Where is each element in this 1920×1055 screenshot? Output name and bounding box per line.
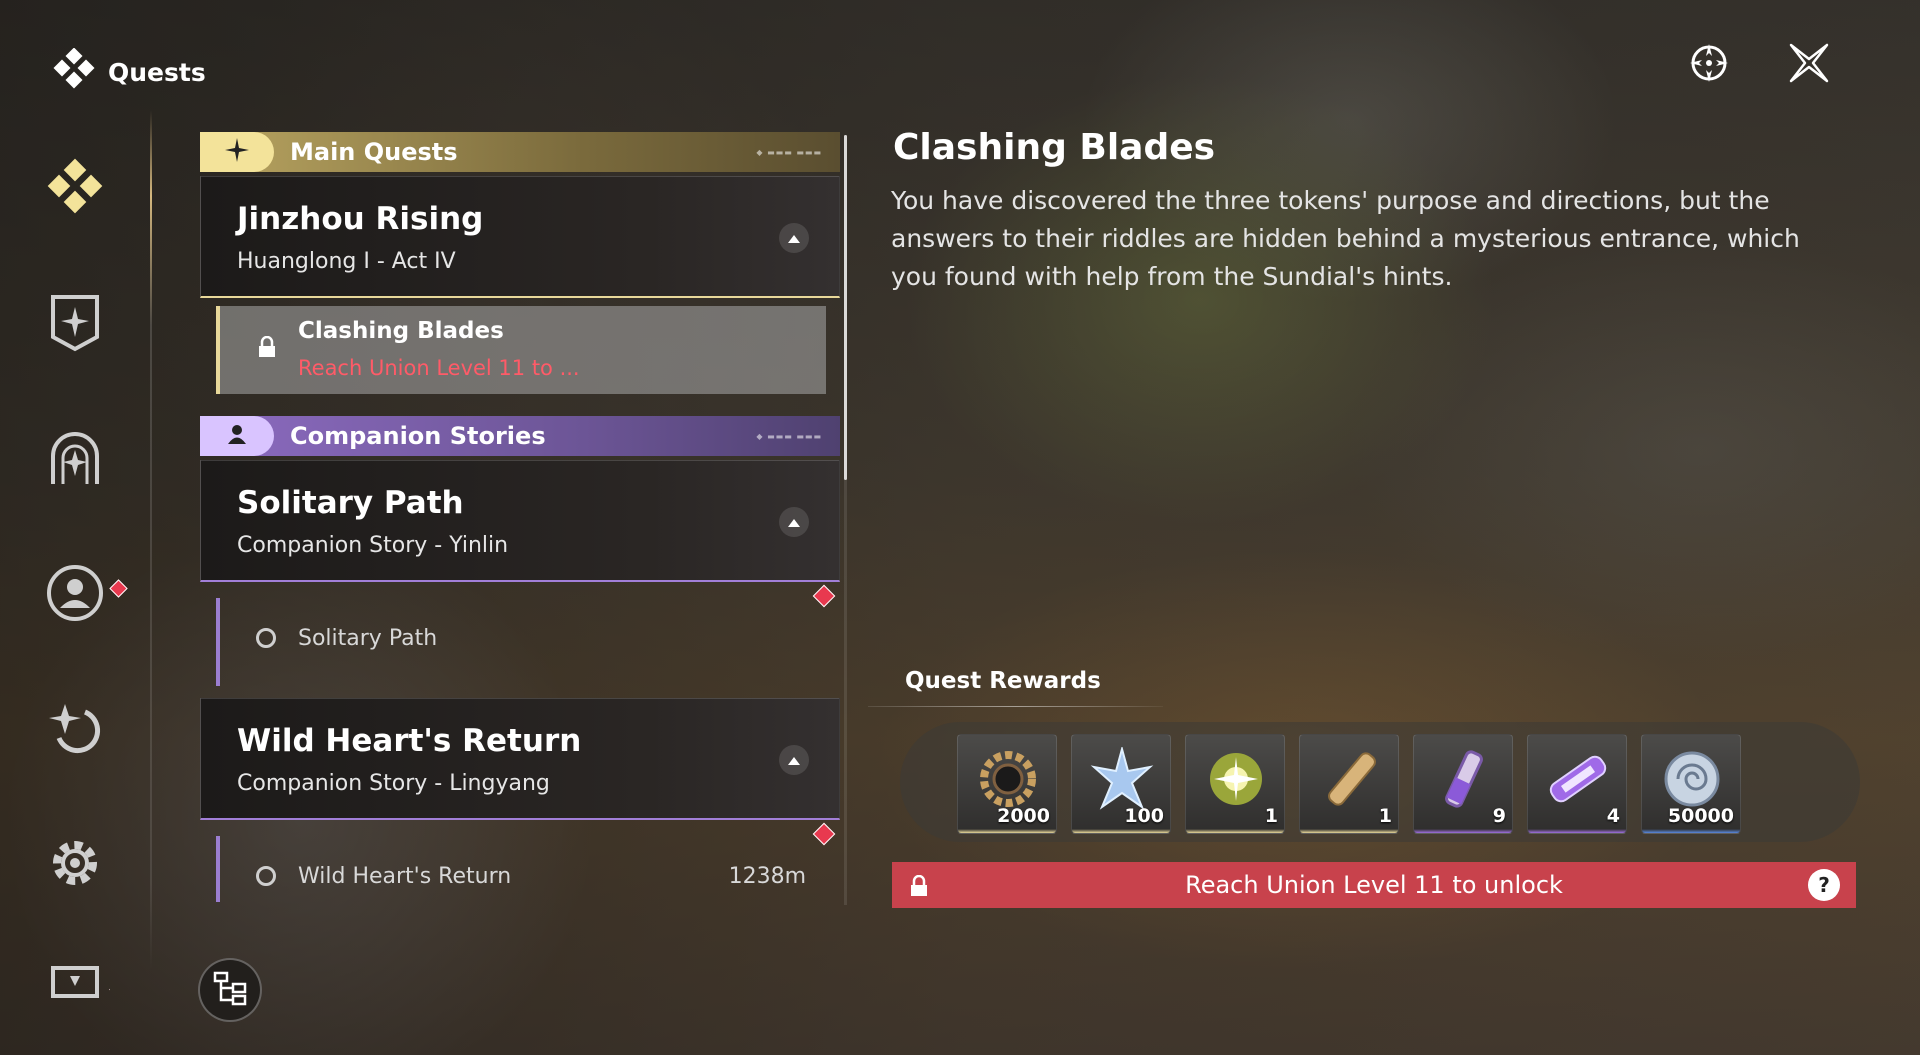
reward-item-1[interactable]: 2000 bbox=[957, 734, 1057, 834]
rewards-label: Quest Rewards bbox=[905, 668, 1101, 694]
quest-card-jinzhou-rising[interactable]: Jinzhou Rising Huanglong I - Act IV bbox=[200, 176, 840, 298]
category-pill bbox=[200, 416, 274, 456]
rarity-bar bbox=[1528, 829, 1626, 833]
quest-card-wild-hearts-return[interactable]: Wild Heart's Return Companion Story - Li… bbox=[200, 698, 840, 820]
quest-subtitle: Companion Story - Yinlin bbox=[237, 533, 509, 558]
chevron-up-icon bbox=[787, 229, 801, 248]
reward-item-6[interactable]: 4 bbox=[1527, 734, 1627, 834]
collapse-toggle[interactable] bbox=[779, 507, 809, 537]
step-status-circle bbox=[256, 866, 276, 886]
reward-quantity: 4 bbox=[1606, 805, 1620, 827]
reward-quantity: 50000 bbox=[1667, 805, 1734, 827]
shield-star-icon bbox=[47, 293, 103, 357]
notification-badge bbox=[812, 584, 836, 608]
unlock-text: Reach Union Level 11 to unlock bbox=[1185, 871, 1563, 899]
quest-list: Main Quests ◆ ▬▬▬ ▬▬▬ Jinzhou Rising Hua… bbox=[200, 132, 840, 902]
category-pill bbox=[200, 132, 274, 172]
notification-badge bbox=[812, 822, 836, 846]
gear-icon bbox=[45, 833, 105, 897]
quest-title: Solitary Path bbox=[237, 485, 464, 521]
close-button[interactable] bbox=[1784, 40, 1834, 90]
sidebar-item-screen[interactable] bbox=[40, 955, 110, 1005]
quest-title: Wild Heart's Return bbox=[237, 723, 582, 759]
sidebar-divider bbox=[150, 110, 152, 970]
collapse-toggle[interactable] bbox=[779, 745, 809, 775]
step-requirement: Reach Union Level 11 to ... bbox=[298, 356, 580, 380]
category-main-quests[interactable]: Main Quests ◆ ▬▬▬ ▬▬▬ bbox=[200, 132, 840, 172]
step-title: Solitary Path bbox=[298, 626, 438, 651]
arch-star-icon bbox=[45, 428, 105, 492]
rarity-bar bbox=[1186, 829, 1284, 833]
sparkle-icon bbox=[224, 137, 250, 167]
step-title: Wild Heart's Return bbox=[298, 864, 512, 889]
reward-quantity: 2000 bbox=[997, 805, 1050, 827]
reward-quantity: 9 bbox=[1492, 805, 1506, 827]
quest-step-solitary-path[interactable]: Solitary Path bbox=[216, 584, 836, 686]
crosshair-icon bbox=[1686, 40, 1732, 90]
rarity-bar bbox=[1300, 829, 1398, 833]
rarity-bar bbox=[1642, 829, 1740, 833]
decorative-code: ◆ ▬▬▬ ▬▬▬ bbox=[756, 431, 822, 441]
unlock-requirement-bar[interactable]: Reach Union Level 11 to unlock ? bbox=[892, 862, 1856, 908]
companion-face-icon bbox=[44, 562, 106, 628]
rewards-divider bbox=[868, 706, 1163, 707]
rarity-bar bbox=[1414, 829, 1512, 833]
lock-icon bbox=[910, 874, 928, 901]
quest-diamond-icon bbox=[45, 158, 105, 222]
reward-item-3[interactable]: 1 bbox=[1185, 734, 1285, 834]
step-status-circle bbox=[256, 628, 276, 648]
rarity-bar bbox=[1072, 829, 1170, 833]
help-button[interactable]: ? bbox=[1808, 869, 1840, 901]
reward-item-5[interactable]: 9 bbox=[1413, 734, 1513, 834]
step-title: Clashing Blades bbox=[298, 318, 504, 344]
quest-list-scrollbar[interactable] bbox=[844, 135, 847, 905]
notification-badge bbox=[109, 980, 110, 999]
hierarchy-icon bbox=[212, 970, 248, 1010]
track-quest-button[interactable] bbox=[1684, 40, 1734, 90]
sidebar-item-settings[interactable] bbox=[40, 830, 110, 900]
detail-description: You have discovered the three tokens' pu… bbox=[891, 186, 1800, 291]
reward-item-7[interactable]: 50000 bbox=[1641, 734, 1741, 834]
detail-title: Clashing Blades bbox=[893, 127, 1216, 168]
category-label: Companion Stories bbox=[290, 422, 546, 450]
quest-subtitle: Companion Story - Lingyang bbox=[237, 771, 550, 796]
sidebar-item-events[interactable] bbox=[40, 695, 110, 765]
collapse-toggle[interactable] bbox=[779, 223, 809, 253]
screen-icon bbox=[50, 958, 100, 1002]
header-brand: Quests bbox=[52, 47, 206, 96]
quest-step-wild-hearts-return[interactable]: Wild Heart's Return 1238m bbox=[216, 822, 836, 902]
quest-tree-button[interactable] bbox=[198, 958, 262, 1022]
reward-item-4[interactable]: 1 bbox=[1299, 734, 1399, 834]
sidebar-item-shield[interactable] bbox=[40, 290, 110, 360]
close-icon bbox=[1786, 40, 1832, 90]
quest-subtitle: Huanglong I - Act IV bbox=[237, 249, 456, 274]
quest-diamond-icon bbox=[52, 47, 96, 96]
reward-item-2[interactable]: 100 bbox=[1071, 734, 1171, 834]
decorative-code: ◆ ▬▬▬ ▬▬▬ bbox=[756, 147, 822, 157]
category-companion-stories[interactable]: Companion Stories ◆ ▬▬▬ ▬▬▬ bbox=[200, 416, 840, 456]
reward-quantity: 1 bbox=[1378, 805, 1392, 827]
rarity-bar bbox=[958, 829, 1056, 833]
chevron-up-icon bbox=[787, 513, 801, 532]
quest-card-solitary-path[interactable]: Solitary Path Companion Story - Yinlin bbox=[200, 460, 840, 582]
quest-title: Jinzhou Rising bbox=[237, 201, 484, 237]
sidebar-item-quests[interactable] bbox=[40, 155, 110, 225]
star-refresh-icon bbox=[45, 698, 105, 762]
sidebar-item-arch[interactable] bbox=[40, 425, 110, 495]
category-label: Main Quests bbox=[290, 138, 458, 166]
quest-step-clashing-blades[interactable]: Clashing Blades Reach Union Level 11 to … bbox=[216, 306, 826, 394]
reward-quantity: 100 bbox=[1124, 805, 1164, 827]
chevron-up-icon bbox=[787, 751, 801, 770]
step-distance: 1238m bbox=[728, 864, 806, 889]
sidebar-item-companions[interactable] bbox=[40, 560, 128, 630]
scrollbar-thumb[interactable] bbox=[844, 135, 847, 480]
person-icon bbox=[226, 423, 248, 449]
reward-quantity: 1 bbox=[1264, 805, 1278, 827]
lock-icon bbox=[258, 335, 276, 362]
page-title: Quests bbox=[108, 57, 206, 87]
